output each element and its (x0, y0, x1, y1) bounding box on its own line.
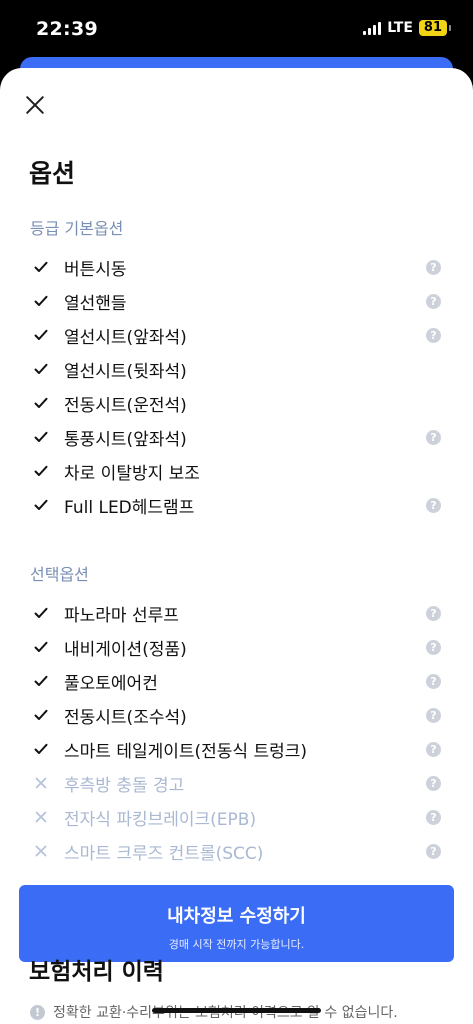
help-icon[interactable]: ? (426, 742, 441, 757)
check-icon (34, 465, 48, 477)
option-item: Full LED헤드램프? (0, 488, 473, 522)
check-icon (34, 363, 48, 375)
status-time: 22:39 (36, 18, 98, 40)
check-icon (34, 709, 48, 721)
option-item: 열선핸들? (0, 284, 473, 318)
option-label: 차로 이탈방지 보조 (64, 463, 200, 484)
cross-icon (34, 845, 48, 857)
check-icon (34, 261, 48, 273)
help-icon[interactable]: ? (426, 498, 441, 513)
option-item: 전동시트(조수석)? (0, 698, 473, 732)
option-label: 파노라마 선루프 (64, 605, 179, 626)
option-item: 전자식 파킹브레이크(EPB)? (0, 800, 473, 834)
option-item: 후측방 충돌 경고? (0, 766, 473, 800)
check-icon (34, 397, 48, 409)
network-type: LTE (387, 20, 413, 36)
option-item: 스마트 크루즈 컨트롤(SCC)? (0, 834, 473, 868)
option-label: 스마트 크루즈 컨트롤(SCC) (64, 843, 264, 864)
section-title-selected: 선택옵션 (30, 565, 89, 584)
option-label: Full LED헤드램프 (64, 497, 195, 518)
sheet-title: 옵션 (29, 159, 76, 188)
option-label: 전동시트(조수석) (64, 707, 187, 728)
option-label: 열선시트(앞좌석) (64, 327, 187, 348)
option-label: 버튼시동 (64, 259, 127, 280)
option-item: 스마트 테일게이트(전동식 트렁크)? (0, 732, 473, 766)
insurance-history-title: 보험처리 이력 (29, 959, 164, 985)
signal-icon (363, 21, 382, 35)
check-icon (34, 499, 48, 511)
help-icon[interactable]: ? (426, 810, 441, 825)
option-item: 통풍시트(앞좌석)? (0, 420, 473, 454)
option-item: 버튼시동? (0, 250, 473, 284)
check-icon (34, 295, 48, 307)
edit-car-info-label: 내차정보 수정하기 (167, 906, 306, 927)
option-item: 내비게이션(정품)? (0, 630, 473, 664)
help-icon[interactable]: ? (426, 674, 441, 689)
status-indicators: LTE 81 (363, 20, 452, 36)
help-icon[interactable]: ? (426, 844, 441, 859)
check-icon (34, 607, 48, 619)
option-item: 열선시트(뒷좌석) (0, 352, 473, 386)
option-label: 열선핸들 (64, 293, 127, 314)
option-item: 열선시트(앞좌석)? (0, 318, 473, 352)
battery-icon: 81 (418, 20, 452, 36)
check-icon (34, 641, 48, 653)
option-label: 후측방 충돌 경고 (64, 775, 185, 796)
option-item: 풀오토에어컨? (0, 664, 473, 698)
help-icon[interactable]: ? (426, 430, 441, 445)
basic-options-list: 버튼시동? 열선핸들? 열선시트(앞좌석)? 열선시트(뒷좌석) 전동시트(운전석) 통풍… (0, 250, 473, 522)
help-icon[interactable]: ? (426, 606, 441, 621)
help-icon[interactable]: ? (426, 776, 441, 791)
help-icon[interactable]: ? (426, 640, 441, 655)
check-icon (34, 743, 48, 755)
info-icon: ! (30, 1004, 45, 1020)
selected-options-list: 파노라마 선루프? 내비게이션(정품)? 풀오토에어컨? 전동시트(조수석)? 스마트 … (0, 596, 473, 868)
option-label: 전자식 파킹브레이크(EPB) (64, 809, 257, 830)
option-label: 열선시트(뒷좌석) (64, 361, 187, 382)
help-icon[interactable]: ? (426, 328, 441, 343)
help-icon[interactable]: ? (426, 708, 441, 723)
check-icon (34, 329, 48, 341)
cross-icon (34, 811, 48, 823)
help-icon[interactable]: ? (426, 260, 441, 275)
option-label: 전동시트(운전석) (64, 395, 187, 416)
section-title-basic: 등급 기본옵션 (30, 219, 124, 238)
help-icon[interactable]: ? (426, 294, 441, 309)
status-bar: 22:39 LTE 81 (0, 0, 473, 62)
option-item: 차로 이탈방지 보조 (0, 454, 473, 488)
edit-car-info-sublabel: 경매 시작 전까지 가능합니다. (168, 938, 305, 951)
check-icon (34, 675, 48, 687)
option-item: 파노라마 선루프? (0, 596, 473, 630)
option-label: 내비게이션(정품) (64, 639, 187, 660)
home-indicator[interactable] (152, 1008, 321, 1013)
edit-car-info-button[interactable]: 내차정보 수정하기 경매 시작 전까지 가능합니다. (19, 885, 454, 962)
option-item: 전동시트(운전석) (0, 386, 473, 420)
option-label: 스마트 테일게이트(전동식 트렁크) (64, 741, 308, 762)
option-label: 통풍시트(앞좌석) (64, 429, 187, 450)
close-icon[interactable] (22, 92, 48, 118)
check-icon (34, 431, 48, 443)
option-label: 풀오토에어컨 (64, 673, 158, 694)
options-sheet: 옵션 등급 기본옵션 버튼시동? 열선핸들? 열선시트(앞좌석)? 열선시트(뒷좌석)… (0, 68, 473, 1024)
cross-icon (34, 777, 48, 789)
